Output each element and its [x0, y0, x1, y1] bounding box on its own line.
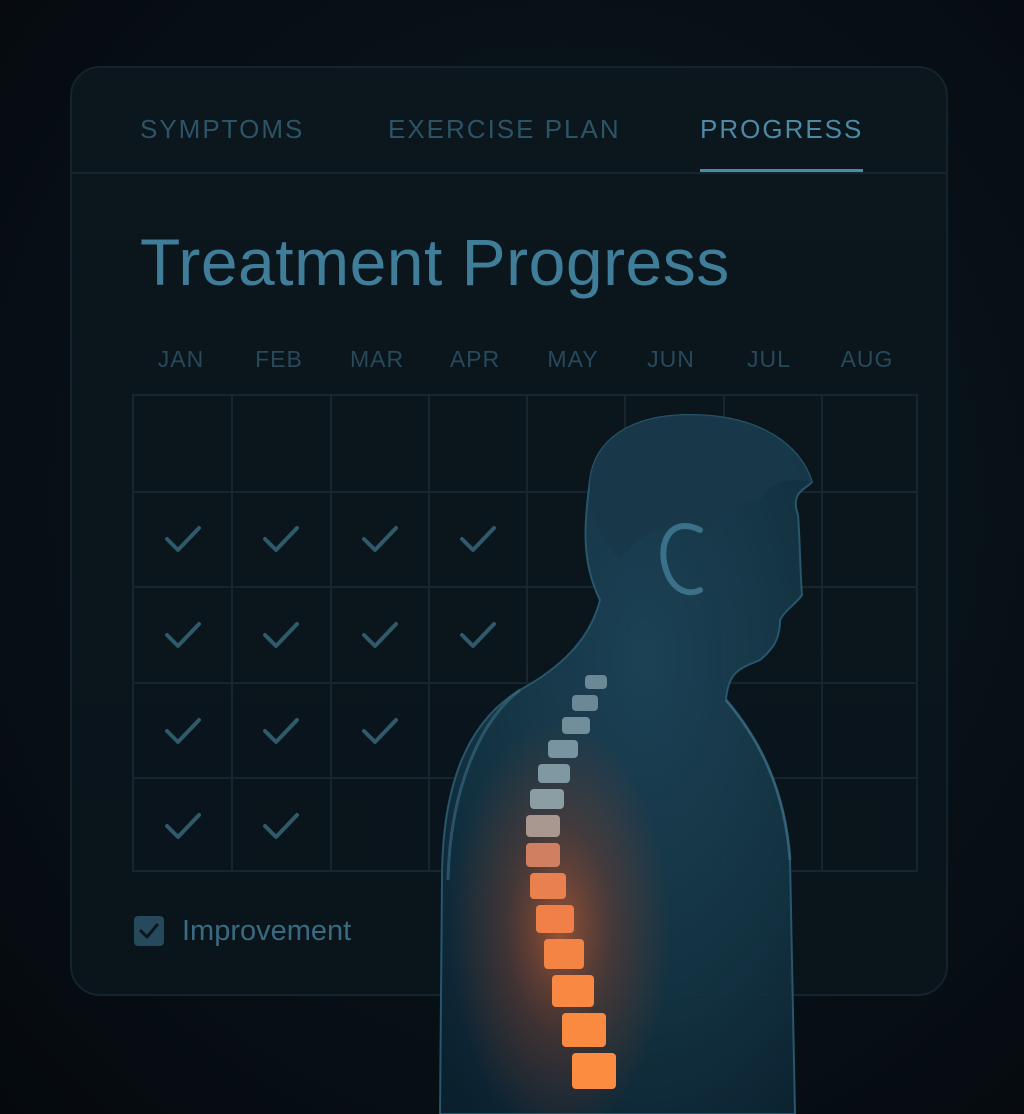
legend-checkbox[interactable]	[134, 916, 164, 946]
check-icon	[459, 622, 496, 648]
check-icon	[263, 622, 300, 648]
month-label-may: MAY	[547, 346, 599, 372]
progress-card: SYMPTOMS EXERCISE PLAN PROGRESS Treatmen…	[70, 66, 948, 996]
check-icon	[165, 622, 202, 648]
tab-symptoms[interactable]: SYMPTOMS	[140, 114, 304, 169]
grid-column-line	[231, 396, 234, 870]
legend-label: Improvement	[182, 914, 352, 947]
month-label-aug: AUG	[840, 346, 894, 372]
check-icon	[139, 923, 159, 939]
check-icon	[165, 717, 202, 744]
check-icon	[263, 717, 300, 744]
grid-row-line	[134, 681, 916, 684]
check-icon	[361, 622, 398, 648]
check-icon	[263, 526, 300, 553]
grid-row-line	[134, 586, 916, 589]
month-label-feb: FEB	[255, 346, 303, 372]
month-label-jan: JAN	[157, 346, 205, 372]
page-title: Treatment Progress	[140, 225, 730, 299]
grid-column-line	[329, 396, 332, 870]
grid-row-line	[134, 777, 916, 780]
grid-column-line	[722, 396, 725, 870]
check-icon	[165, 813, 202, 840]
grid-row-line	[134, 490, 916, 493]
grid-column-line	[427, 396, 430, 870]
month-label-jun: JUN	[647, 346, 695, 372]
grid-column-line	[624, 396, 627, 870]
month-label-mar: MAR	[349, 346, 405, 372]
grid-column-line	[820, 396, 823, 870]
legend: Improvement	[134, 913, 351, 949]
month-label-apr: APR	[449, 346, 501, 372]
tab-exercise-plan[interactable]: EXERCISE PLAN	[388, 114, 621, 169]
tab-progress[interactable]: PROGRESS	[700, 114, 864, 172]
check-icon	[263, 813, 300, 840]
month-header-row: JAN FEB MAR APR MAY JUN JUL AUG	[132, 346, 918, 386]
progress-grid	[132, 394, 918, 872]
month-label-jul: JUL	[747, 346, 791, 372]
check-icon	[361, 717, 398, 744]
tab-bar: SYMPTOMS EXERCISE PLAN PROGRESS	[72, 68, 946, 174]
grid-column-line	[526, 396, 528, 870]
check-icon	[165, 526, 202, 553]
check-icon	[361, 526, 398, 553]
check-icon	[459, 526, 496, 553]
